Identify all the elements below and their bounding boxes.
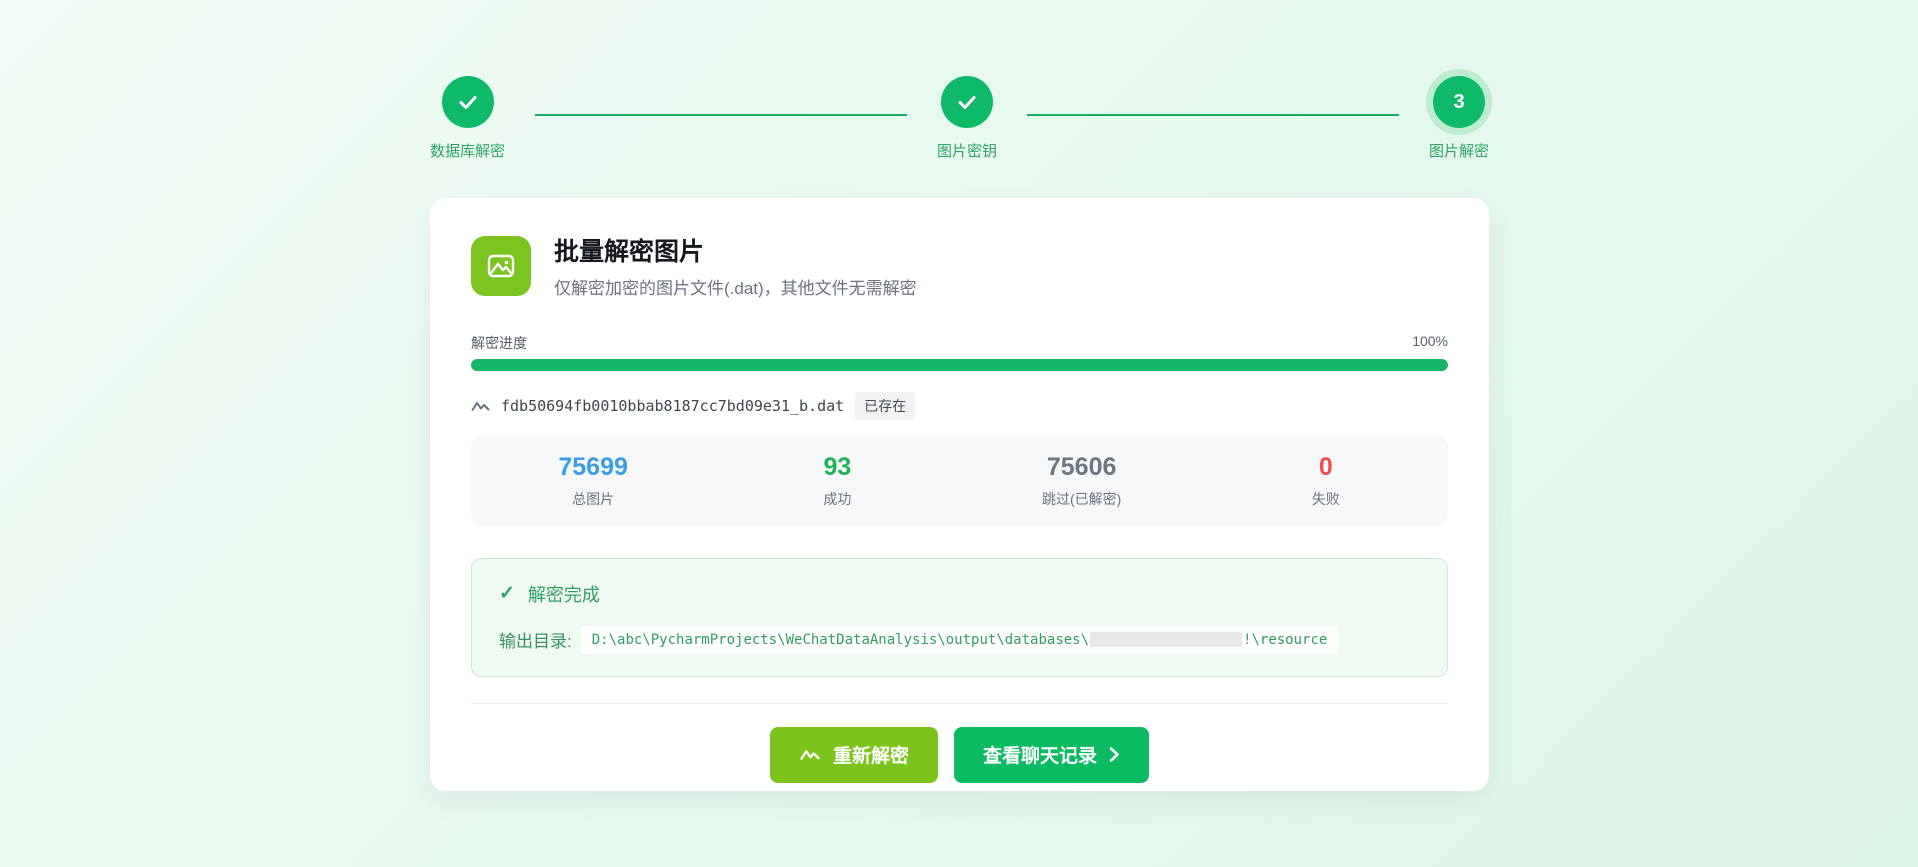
check-icon: ✓ [499,582,515,605]
stat-skipped: 75606 跳过(已解密) [960,453,1204,509]
step-image-key: 图片密钥 [937,76,997,161]
step-image-decrypt: 3 图片解密 [1429,76,1489,161]
stepper: 数据库解密 图片密钥 3 图片解密 [430,76,1489,161]
result-title: 解密完成 [528,581,600,607]
divider [471,703,1448,704]
page-title: 批量解密图片 [554,238,917,267]
stat-skipped-label: 跳过(已解密) [960,489,1204,509]
stat-total-images: 75699 总图片 [471,453,715,509]
page-subtitle: 仅解密加密的图片文件(.dat)，其他文件无需解密 [554,274,917,299]
batch-decrypt-card: 批量解密图片 仅解密加密的图片文件(.dat)，其他文件无需解密 解密进度 10… [430,198,1489,791]
image-icon [471,236,531,296]
progress-label: 解密进度 [471,333,527,353]
redacted-path-segment [1090,632,1242,647]
step-3-circle: 3 [1433,76,1485,128]
view-chat-button-label: 查看聊天记录 [983,741,1097,768]
current-file-row: fdb50694fb0010bbab8187cc7bd09e31_b.dat 已… [471,392,1448,420]
decrypt-complete-panel: ✓ 解密完成 输出目录: D:\abc\PycharmProjects\WeCh… [471,558,1448,677]
step-3-label: 图片解密 [1429,140,1489,161]
check-icon [956,91,978,113]
stat-failed: 0 失败 [1204,453,1448,509]
output-directory-label: 输出目录: [499,627,572,652]
result-title-row: ✓ 解密完成 [499,581,1420,607]
progress-header: 解密进度 100% [471,333,1448,353]
output-directory-path: D:\abc\PycharmProjects\WeChatDataAnalysi… [581,626,1339,654]
stat-success-value: 93 [715,453,959,482]
stat-success: 93 成功 [715,453,959,509]
wave-icon [799,746,821,763]
redecrypt-button-label: 重新解密 [833,741,909,768]
step-database-decrypt: 数据库解密 [430,76,505,161]
output-directory-row: 输出目录: D:\abc\PycharmProjects\WeChatDataA… [499,626,1420,654]
progress-bar-fill [471,359,1448,371]
step-3-number: 3 [1453,91,1464,114]
check-icon [457,91,479,113]
wave-icon [471,398,490,414]
step-2-circle [941,76,993,128]
path-suffix: !\resource [1243,632,1327,648]
action-buttons: 重新解密 查看聊天记录 [430,727,1489,783]
stat-failed-label: 失败 [1204,489,1448,509]
step-connector [535,114,907,116]
card-header: 批量解密图片 仅解密加密的图片文件(.dat)，其他文件无需解密 [471,236,1448,299]
stat-failed-value: 0 [1204,453,1448,482]
stat-total-value: 75699 [471,453,715,482]
chevron-right-icon [1109,746,1120,763]
stat-skipped-value: 75606 [960,453,1204,482]
card-header-text: 批量解密图片 仅解密加密的图片文件(.dat)，其他文件无需解密 [554,236,917,299]
step-2-label: 图片密钥 [937,140,997,161]
progress-bar [471,359,1448,371]
file-exists-badge: 已存在 [855,392,915,420]
progress-percent: 100% [1412,333,1448,353]
step-1-circle [442,76,494,128]
current-file-name: fdb50694fb0010bbab8187cc7bd09e31_b.dat [501,397,844,415]
stat-success-label: 成功 [715,489,959,509]
path-prefix: D:\abc\PycharmProjects\WeChatDataAnalysi… [592,632,1089,648]
step-connector [1027,114,1399,116]
step-1-label: 数据库解密 [430,140,505,161]
stats-box: 75699 总图片 93 成功 75606 跳过(已解密) 0 失败 [471,435,1448,526]
view-chat-records-button[interactable]: 查看聊天记录 [954,727,1149,783]
redecrypt-button[interactable]: 重新解密 [770,727,938,783]
stat-total-label: 总图片 [471,489,715,509]
